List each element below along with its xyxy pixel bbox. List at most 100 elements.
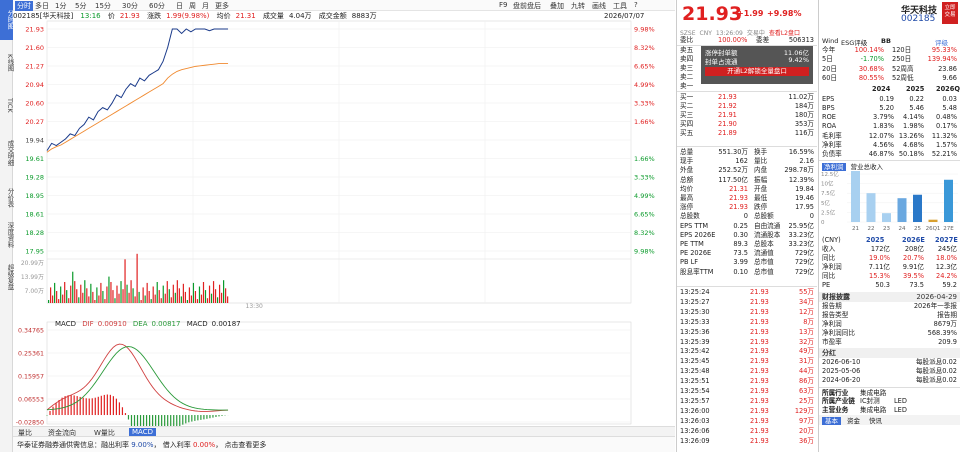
volume-bar <box>90 283 92 303</box>
forecast-head: (CNY) 2025 2026E 2027E <box>822 236 958 245</box>
avg-value: 21.31 <box>235 12 256 20</box>
tool-item-0[interactable]: 盘前盘后 <box>513 1 541 11</box>
bottom-tab-item-1[interactable]: 资金 <box>844 417 863 425</box>
stat-value-2: 298.78万 <box>784 166 814 175</box>
left-tab-item-2[interactable]: TICK <box>0 85 14 125</box>
tool-item-2[interactable]: 九转 <box>571 1 585 11</box>
forecast-value: 7.11亿 <box>868 263 890 272</box>
timeframe-item-3[interactable]: 5分 <box>75 1 86 11</box>
vol-tick: 13.99万 <box>21 274 44 281</box>
row-value-2: 116万 <box>794 129 814 137</box>
indicator-tab-item-3[interactable]: MACD <box>129 428 156 436</box>
volume-bar <box>72 271 74 303</box>
stat-label-2: 流通股本 <box>754 230 781 239</box>
volume-bar <box>142 287 144 303</box>
forecast-value: 245亿 <box>937 245 957 254</box>
price-label: 价 <box>107 12 115 20</box>
bottom-tab-item-2[interactable]: 快讯 <box>866 417 885 425</box>
row-value: 21.93 <box>718 93 737 101</box>
rating-tab-item-2[interactable]: BB <box>881 37 891 45</box>
perf-value: -1.70% <box>860 55 884 64</box>
fin-value: 1.57% <box>936 140 957 149</box>
rev-tab-item-0[interactable]: 净利润 <box>822 163 846 172</box>
perf-label-2: 52周低 <box>892 73 914 82</box>
timeframe-item-8[interactable]: 周 <box>189 1 196 11</box>
timeframe-item-6[interactable]: 60分 <box>149 1 165 11</box>
news-ticker[interactable]: 华泰证券融券通供需信息：融出利率 9.00%， 借入利率 0.00%， 点击查看… <box>13 436 675 452</box>
timeframe-item-10[interactable]: 更多 <box>215 1 229 11</box>
timeframe-item-1[interactable]: 多日 <box>35 1 49 11</box>
industry-tag[interactable]: LED <box>894 406 907 415</box>
perf-value: 30.68% <box>858 64 884 73</box>
dividend-section[interactable]: 分红 <box>819 348 960 359</box>
tool-item-3[interactable]: 画线 <box>592 1 606 11</box>
trade-list[interactable]: 13:25:24 21.93 55万 13:25:27 21.93 34万 13:25:30… <box>677 286 817 450</box>
tool-item-1[interactable]: 叠加 <box>550 1 564 11</box>
fin-row: 毛利率 12.07% 13.26% 11.32% <box>822 132 957 141</box>
trade-volume: 86万 <box>799 377 814 386</box>
forecast-head-cell: (CNY) <box>822 236 841 245</box>
timeframe-item-4[interactable]: 15分 <box>95 1 111 11</box>
left-tab-item-3[interactable]: 成交明细 <box>0 130 14 175</box>
report-value: 8679万 <box>933 320 957 328</box>
left-tab-item-6[interactable]: 超级复盘 <box>0 258 14 295</box>
stat-value-2: 25.95亿 <box>788 221 814 230</box>
rev-tab-item-1[interactable]: 营业总收入 <box>849 163 886 171</box>
bottom-tab-item-0[interactable]: 基本 <box>822 417 841 426</box>
industry-tag[interactable]: IC封测 <box>860 397 880 406</box>
dea-label: DEA <box>132 320 148 328</box>
timeframe-item-5[interactable]: 30分 <box>122 1 138 11</box>
left-tab-item-0[interactable]: 分时图 <box>0 0 14 40</box>
volume-bar <box>112 290 114 303</box>
ticker-more[interactable]: 点击查看更多 <box>224 441 266 449</box>
fin-value: 4.14% <box>903 113 924 122</box>
stat-value-2: 729亿 <box>794 249 814 258</box>
f9-button[interactable]: F9 <box>499 1 507 9</box>
y-tick-right: 3.33% <box>634 100 655 108</box>
industry-tag[interactable]: LED <box>894 397 907 406</box>
trade-row: 13:25:51 21.93 86万 <box>680 377 814 386</box>
rating-tab-item-0[interactable]: Wind <box>822 37 838 45</box>
y-tick-left: 21.60 <box>25 44 44 52</box>
stock-code-right: 002185 <box>901 14 936 24</box>
trade-price: 21.93 <box>750 288 769 296</box>
stat-value: 0.25 <box>733 221 748 230</box>
fin-value: 12.07% <box>868 131 894 140</box>
trade-row: 13:26:09 21.93 36万 <box>680 437 814 446</box>
volume-bar <box>134 296 136 303</box>
left-tab-item-4[interactable]: 分价表 <box>0 180 14 215</box>
timeframe-item-9[interactable]: 月 <box>202 1 209 11</box>
stat-label-2: 振幅 <box>754 175 768 184</box>
report-row: 净利润 8679万 <box>822 320 957 329</box>
timeframe-item-2[interactable]: 1分 <box>55 1 66 11</box>
timeframe-item-7[interactable]: 日 <box>176 1 183 11</box>
perf-label-2: 52周高 <box>892 64 914 73</box>
tool-item-4[interactable]: 工具 <box>613 1 627 11</box>
stat-label: 股息率TTM <box>680 267 714 276</box>
stat-label: 均价 <box>680 184 694 193</box>
fin-head-cell: 2026Q1 <box>936 85 960 94</box>
macd-chart[interactable]: 0.347650.253610.159570.06553-0.02850 <box>13 318 675 426</box>
trade-row: 13:26:00 21.93 129万 <box>680 407 814 416</box>
left-tab-item-1[interactable]: K线图 <box>0 45 14 80</box>
volume-bar <box>122 289 124 303</box>
volume-bar <box>162 285 164 303</box>
trade-price: 21.93 <box>750 317 769 326</box>
report-label: 报告期 <box>822 302 842 311</box>
industry-tag[interactable]: 集成电路 <box>860 406 886 415</box>
intraday-chart[interactable]: 21.93 9.98% 21.60 8.32% 21.27 6.65% 20.94 4.99%… <box>13 11 675 311</box>
stat-value: 252.52万 <box>718 166 748 175</box>
report-section[interactable]: 财报披露 2026-04-29 <box>819 292 960 303</box>
popup-row: 封单占流通 9.42% <box>705 56 809 66</box>
tool-item-5[interactable]: ? <box>634 1 638 9</box>
unlock-l2-button[interactable]: 开通L2解锁全量盘口 <box>705 67 809 76</box>
left-tab-item-5[interactable]: 深度资料 <box>0 215 14 255</box>
timeframe-item-0[interactable]: 分时 <box>15 1 33 11</box>
y-tick-left: 18.61 <box>25 211 44 219</box>
row-value: 21.90 <box>718 120 737 128</box>
trade-button[interactable]: 立即交易 <box>942 2 958 24</box>
volume-bar <box>62 294 64 303</box>
forecast-head-cell: 2025 <box>866 236 885 245</box>
stat-value-2: 12.39% <box>788 175 814 184</box>
stat-row: 均价 21.31 开盘 19.84 <box>680 185 814 194</box>
